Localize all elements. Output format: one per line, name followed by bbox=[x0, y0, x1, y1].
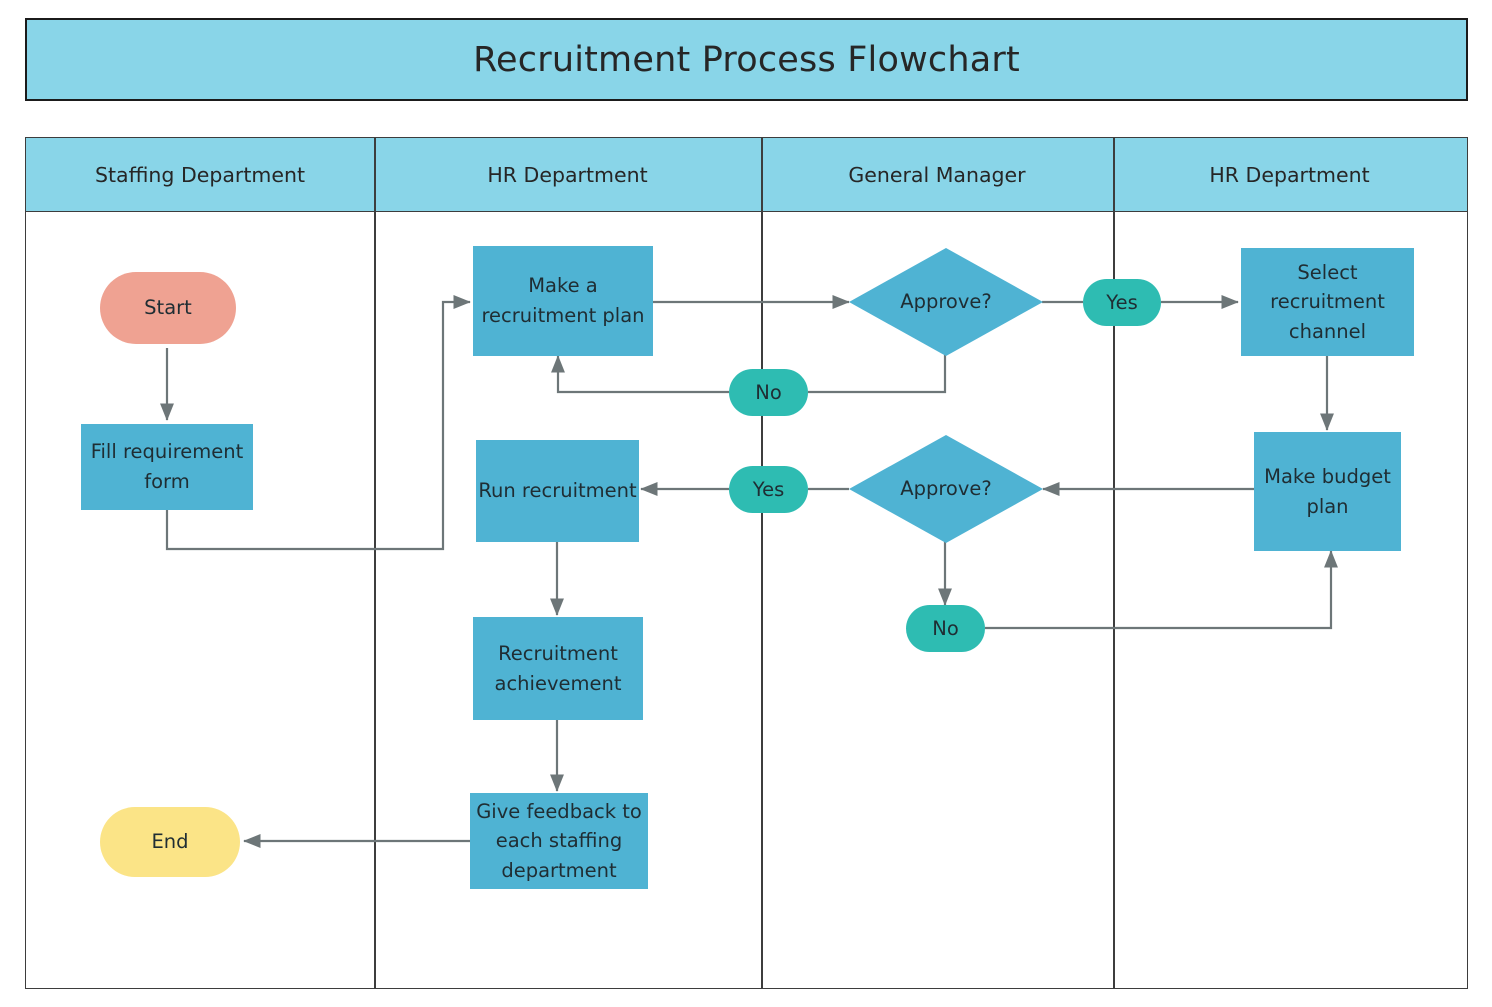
node-give-feedback[interactable]: Give feedback to each staffing departmen… bbox=[470, 793, 648, 889]
node-approve-decision-2-label: Approve? bbox=[900, 477, 992, 501]
lane-divider-2 bbox=[761, 138, 763, 988]
node-start[interactable]: Start bbox=[100, 272, 236, 344]
node-recruitment-achievement[interactable]: Recruitment achievement bbox=[473, 617, 643, 720]
node-approve-decision-1-label: Approve? bbox=[900, 290, 992, 314]
page-title: Recruitment Process Flowchart bbox=[473, 39, 1020, 80]
node-run-recruitment[interactable]: Run recruitment bbox=[476, 440, 639, 542]
node-make-recruitment-plan[interactable]: Make a recruitment plan bbox=[473, 246, 653, 356]
lane-header-hr-department-1: HR Department bbox=[487, 163, 648, 187]
node-end[interactable]: End bbox=[100, 807, 240, 877]
node-make-budget-plan[interactable]: Make budget plan bbox=[1254, 432, 1401, 551]
node-fill-requirement-form[interactable]: Fill requirement form bbox=[81, 424, 253, 510]
chart-title-banner: Recruitment Process Flowchart bbox=[25, 18, 1468, 101]
node-yes-pill-1[interactable]: Yes bbox=[1083, 279, 1161, 326]
lane-divider-3 bbox=[1113, 138, 1115, 988]
node-no-pill-2[interactable]: No bbox=[906, 605, 985, 652]
node-select-recruitment-channel[interactable]: Select recruitment channel bbox=[1241, 248, 1414, 356]
lane-header-hr-department-2: HR Department bbox=[1209, 163, 1370, 187]
flowchart-canvas: Recruitment Process Flowchart Staffing D… bbox=[0, 0, 1492, 1007]
lane-header-staffing-department: Staffing Department bbox=[94, 163, 305, 187]
lane-header-general-manager: General Manager bbox=[848, 163, 1026, 187]
lane-divider-1 bbox=[374, 138, 376, 988]
node-yes-pill-2[interactable]: Yes bbox=[729, 466, 808, 513]
node-no-pill-1[interactable]: No bbox=[729, 369, 808, 416]
